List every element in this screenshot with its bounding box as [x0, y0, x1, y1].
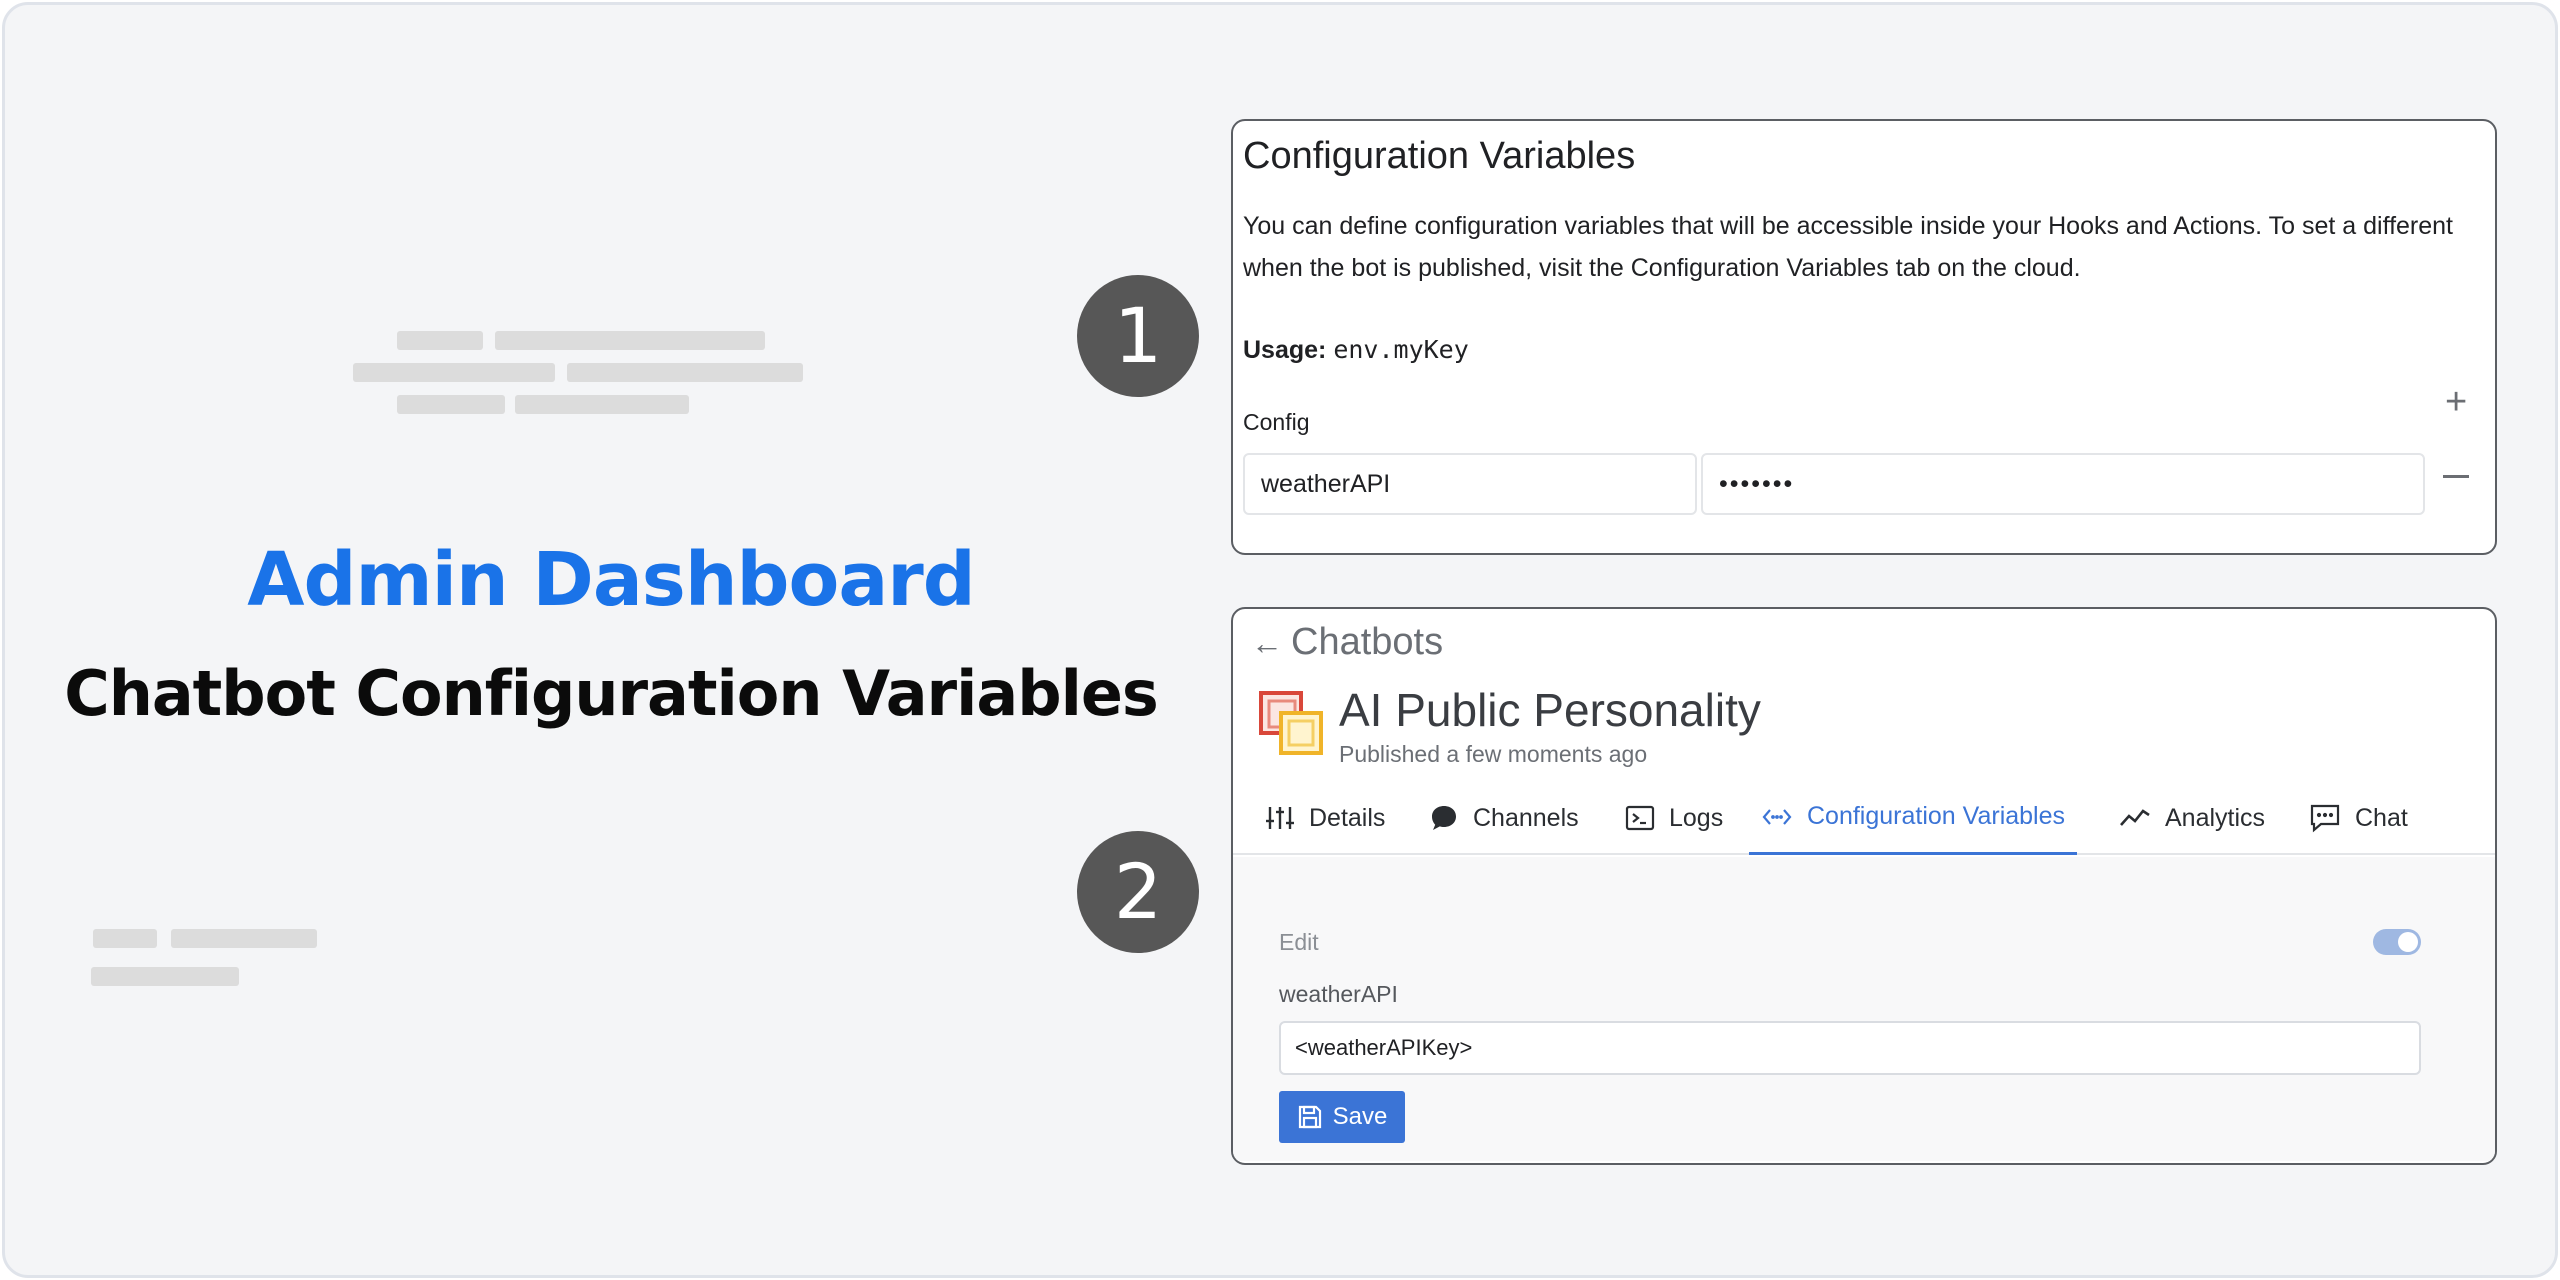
- terminal-icon: [1625, 805, 1655, 831]
- arrow-left-icon: ←: [1251, 625, 1283, 661]
- placeholder-bar: [93, 929, 157, 948]
- placeholder-bar: [171, 929, 317, 948]
- tab-chat[interactable]: Chat: [2309, 781, 2408, 855]
- hero-title: Admin Dashboard: [247, 537, 975, 623]
- config-value-input[interactable]: •••••••: [1701, 453, 2425, 515]
- tab-details[interactable]: Details: [1265, 781, 1385, 855]
- chart-line-icon: [2120, 809, 2150, 826]
- tab-label: Analytics: [2165, 803, 2266, 832]
- back-label: Chatbots: [1291, 621, 1444, 663]
- minus-icon[interactable]: [2443, 475, 2469, 478]
- code-icon: [1762, 808, 1792, 825]
- tab-label: Details: [1309, 803, 1386, 832]
- usage-code: env.myKey: [1333, 335, 1469, 364]
- edit-label: Edit: [1279, 929, 1319, 955]
- step-badge-2: 2: [1077, 831, 1199, 953]
- config-key-input[interactable]: weatherAPI: [1243, 453, 1697, 515]
- tab-label: Logs: [1669, 803, 1724, 832]
- plus-icon[interactable]: +: [2445, 383, 2467, 421]
- chatbot-panel: ← Chatbots AI Public Personality Publishe…: [1231, 607, 2497, 1165]
- step-badge-1: 1: [1077, 275, 1199, 397]
- canvas: Admin Dashboard Chatbot Configuration Va…: [2, 2, 2558, 1278]
- tab-bar: Details Channels Logs Configuration Vari…: [1233, 781, 2495, 855]
- save-label: Save: [1332, 1103, 1388, 1130]
- tab-analytics[interactable]: Analytics: [2119, 781, 2265, 855]
- bot-name: AI Public Personality: [1339, 684, 1761, 736]
- variable-value-input[interactable]: <weatherAPIKey>: [1279, 1021, 2421, 1075]
- bot-logo: [1259, 691, 1323, 755]
- back-to-chatbots-link[interactable]: ← Chatbots: [1251, 621, 1443, 664]
- config-label: Config: [1243, 409, 1310, 435]
- tab-label: Configuration Variables: [1807, 802, 2066, 830]
- placeholder-bar: [353, 363, 555, 382]
- tab-label: Channels: [1473, 803, 1579, 832]
- panel-title: Configuration Variables: [1243, 135, 1636, 177]
- edit-toggle[interactable]: [2373, 929, 2421, 955]
- variable-label: weatherAPI: [1279, 981, 1398, 1007]
- save-button[interactable]: Save: [1279, 1091, 1405, 1143]
- tab-label: Chat: [2355, 803, 2408, 832]
- config-variables-panel: Configuration Variables You can define c…: [1231, 119, 2497, 555]
- placeholder-bar: [91, 967, 239, 986]
- tab-logs[interactable]: Logs: [1625, 781, 1723, 855]
- tab-content: [1233, 857, 2495, 1161]
- hero-subtitle: Chatbot Configuration Variables: [64, 657, 1159, 730]
- tab-channels[interactable]: Channels: [1429, 781, 1579, 855]
- placeholder-bar: [567, 363, 803, 382]
- sliders-icon: [1266, 807, 1294, 829]
- placeholder-bar: [397, 331, 483, 350]
- bot-status: Published a few moments ago: [1339, 741, 1648, 767]
- tab-configuration-variables[interactable]: Configuration Variables: [1749, 781, 2078, 855]
- placeholder-bar: [495, 331, 765, 350]
- placeholder-bar: [397, 395, 505, 414]
- toggle-knob: [2398, 932, 2418, 952]
- chat-bubble-icon: [1432, 806, 1456, 830]
- panel-description: You can define configuration variables t…: [1243, 212, 2453, 282]
- placeholder-bar: [515, 395, 689, 414]
- usage-label: Usage:: [1243, 336, 1327, 364]
- save-icon: [1298, 1105, 1321, 1129]
- message-icon: [2310, 804, 2340, 833]
- usage-line: Usage: env.myKey: [1243, 335, 1469, 365]
